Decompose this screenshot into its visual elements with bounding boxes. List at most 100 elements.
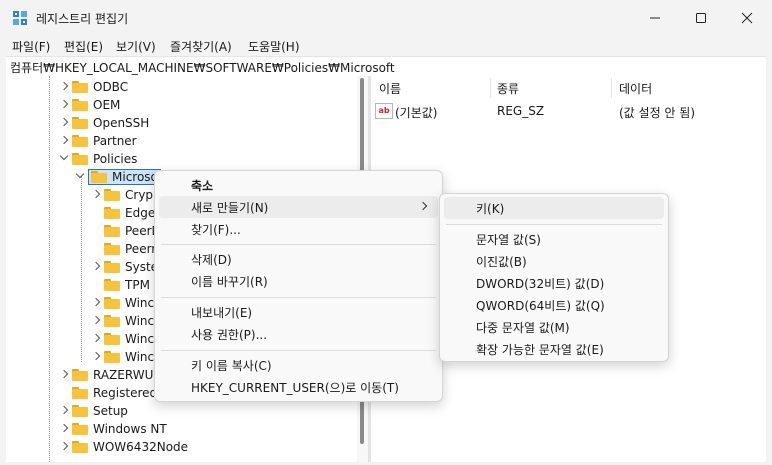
- new-submenu: 키(K) 문자열 값(S) 이진값(B) DWORD(32비트) 값(D) QW…: [439, 193, 669, 362]
- chevron-right-icon[interactable]: [90, 188, 104, 202]
- context-item-collapse[interactable]: 축소: [159, 174, 438, 196]
- tree-node-openssh[interactable]: OpenSSH: [58, 114, 149, 132]
- menu-view[interactable]: 보기(V): [116, 38, 156, 55]
- folder-icon: [104, 207, 120, 219]
- tree-node-windows-nt[interactable]: Windows NT: [58, 420, 167, 438]
- tree-node-odbc[interactable]: ODBC: [58, 78, 128, 96]
- menu-separator: [161, 297, 436, 298]
- submenu-item-multi-string[interactable]: 다중 문자열 값(M): [444, 316, 664, 338]
- menu-separator: [161, 244, 436, 245]
- tree-node-setup[interactable]: Setup: [58, 402, 128, 420]
- menu-help[interactable]: 도움말(H): [248, 38, 300, 55]
- chevron-right-icon[interactable]: [90, 296, 104, 310]
- context-menu: 축소 새로 만들기(N) 찾기(F)... 삭제(D) 이름 바꾸기(R) 내보…: [154, 170, 443, 402]
- submenu-item-string[interactable]: 문자열 값(S): [444, 228, 664, 250]
- registry-app-icon: [13, 11, 27, 25]
- folder-icon: [72, 135, 88, 147]
- chevron-right-icon[interactable]: [90, 260, 104, 274]
- context-item-rename[interactable]: 이름 바꾸기(R): [159, 270, 438, 292]
- selected-tree-node[interactable]: Microso: [88, 169, 161, 185]
- chevron-right-icon[interactable]: [58, 98, 72, 112]
- close-button[interactable]: [724, 0, 770, 36]
- menu-separator: [161, 350, 436, 351]
- context-item-export[interactable]: 내보내기(E): [159, 301, 438, 323]
- tree-node-policies[interactable]: Policies: [58, 150, 137, 168]
- folder-icon: [104, 351, 120, 363]
- tree-node-razerwud[interactable]: RAZERWUD: [58, 366, 163, 384]
- tree-node-child[interactable]: Winc: [90, 348, 154, 366]
- chevron-right-icon[interactable]: [58, 440, 72, 454]
- minimize-button[interactable]: [632, 0, 678, 36]
- folder-icon: [72, 441, 88, 453]
- registry-editor-window: 레지스트리 편집기 파일(F) 편집(E) 보기(V) 즐겨찾기(A) 도움말(…: [0, 0, 772, 465]
- folder-icon: [72, 423, 88, 435]
- folder-icon: [104, 333, 120, 345]
- chevron-right-icon[interactable]: [90, 314, 104, 328]
- context-item-permissions[interactable]: 사용 권한(P)...: [159, 323, 438, 345]
- menu-favorites[interactable]: 즐겨찾기(A): [170, 38, 232, 55]
- chevron-right-icon[interactable]: [58, 80, 72, 94]
- folder-icon: [104, 189, 120, 201]
- column-header-data[interactable]: 데이터: [619, 80, 652, 97]
- chevron-right-icon[interactable]: [58, 368, 72, 382]
- value-type: REG_SZ: [497, 104, 545, 118]
- folder-icon: [104, 261, 120, 273]
- tree-node-child[interactable]: Cryp: [90, 186, 153, 204]
- submenu-item-key[interactable]: 키(K): [444, 197, 664, 219]
- folder-icon: [72, 387, 88, 399]
- tree-node-partner[interactable]: Partner: [58, 132, 137, 150]
- submenu-item-qword[interactable]: QWORD(64비트) 값(Q): [444, 294, 664, 316]
- column-header-name[interactable]: 이름: [379, 80, 401, 97]
- chevron-right-icon[interactable]: [58, 134, 72, 148]
- menu-edit[interactable]: 편집(E): [64, 38, 103, 55]
- column-divider[interactable]: [490, 78, 491, 98]
- tree-node-registered[interactable]: RegisteredA: [58, 384, 165, 402]
- tree-node-child[interactable]: TPM: [90, 276, 150, 294]
- string-value-icon: ab: [375, 103, 393, 119]
- tree-node-child[interactable]: Winc: [90, 330, 154, 348]
- window-title: 레지스트리 편집기: [36, 12, 129, 26]
- tree-node-microsoft[interactable]: Microso: [74, 168, 161, 186]
- chevron-down-icon[interactable]: [58, 152, 72, 166]
- chevron-right-icon[interactable]: [58, 404, 72, 418]
- menu-separator: [446, 224, 662, 225]
- context-item-find[interactable]: 찾기(F)...: [159, 218, 438, 240]
- tree-node-child[interactable]: Peerr: [90, 240, 156, 258]
- tree-node-child[interactable]: Winc: [90, 312, 154, 330]
- chevron-right-icon[interactable]: [90, 350, 104, 364]
- context-item-new[interactable]: 새로 만들기(N): [159, 196, 438, 218]
- tree-node-child[interactable]: Winc: [90, 294, 154, 312]
- folder-icon: [72, 81, 88, 93]
- chevron-right-icon[interactable]: [90, 332, 104, 346]
- chevron-right-icon[interactable]: [58, 422, 72, 436]
- column-divider[interactable]: [611, 78, 612, 98]
- tree-node-wow6432node[interactable]: WOW6432Node: [58, 438, 188, 456]
- context-item-copy-key-name[interactable]: 키 이름 복사(C): [159, 354, 438, 376]
- value-name: (기본값): [395, 106, 438, 120]
- folder-icon: [72, 99, 88, 111]
- tree-node-child[interactable]: PeerD: [90, 222, 161, 240]
- folder-icon: [104, 225, 120, 237]
- tree-node-child[interactable]: Syste: [90, 258, 158, 276]
- minimize-icon: [650, 17, 660, 19]
- folder-icon: [104, 297, 120, 309]
- tree-guide-line: [81, 176, 82, 362]
- chevron-down-icon[interactable]: [74, 170, 88, 184]
- folder-icon: [72, 153, 88, 165]
- context-item-delete[interactable]: 삭제(D): [159, 248, 438, 270]
- folder-icon: [104, 315, 120, 327]
- value-row[interactable]: ab (기본값) REG_SZ (값 설정 안 됨): [371, 102, 766, 120]
- tree-node-child[interactable]: Edge: [90, 204, 155, 222]
- column-header-type[interactable]: 종류: [497, 80, 519, 97]
- maximize-button[interactable]: [678, 0, 724, 36]
- tree-node-oem[interactable]: OEM: [58, 96, 120, 114]
- submenu-item-dword[interactable]: DWORD(32비트) 값(D): [444, 272, 664, 294]
- submenu-item-binary[interactable]: 이진값(B): [444, 250, 664, 272]
- address-bar[interactable]: 컴퓨터₩HKEY_LOCAL_MACHINE₩SOFTWARE₩Policies…: [6, 56, 766, 78]
- submenu-item-expandable-string[interactable]: 확장 가능한 문자열 값(E): [444, 338, 664, 360]
- context-item-goto-hkcu[interactable]: HKEY_CURRENT_USER(으)로 이동(T): [159, 376, 438, 398]
- maximize-icon: [696, 13, 706, 23]
- chevron-right-icon: [418, 201, 428, 211]
- menu-file[interactable]: 파일(F): [12, 38, 50, 55]
- chevron-right-icon[interactable]: [58, 116, 72, 130]
